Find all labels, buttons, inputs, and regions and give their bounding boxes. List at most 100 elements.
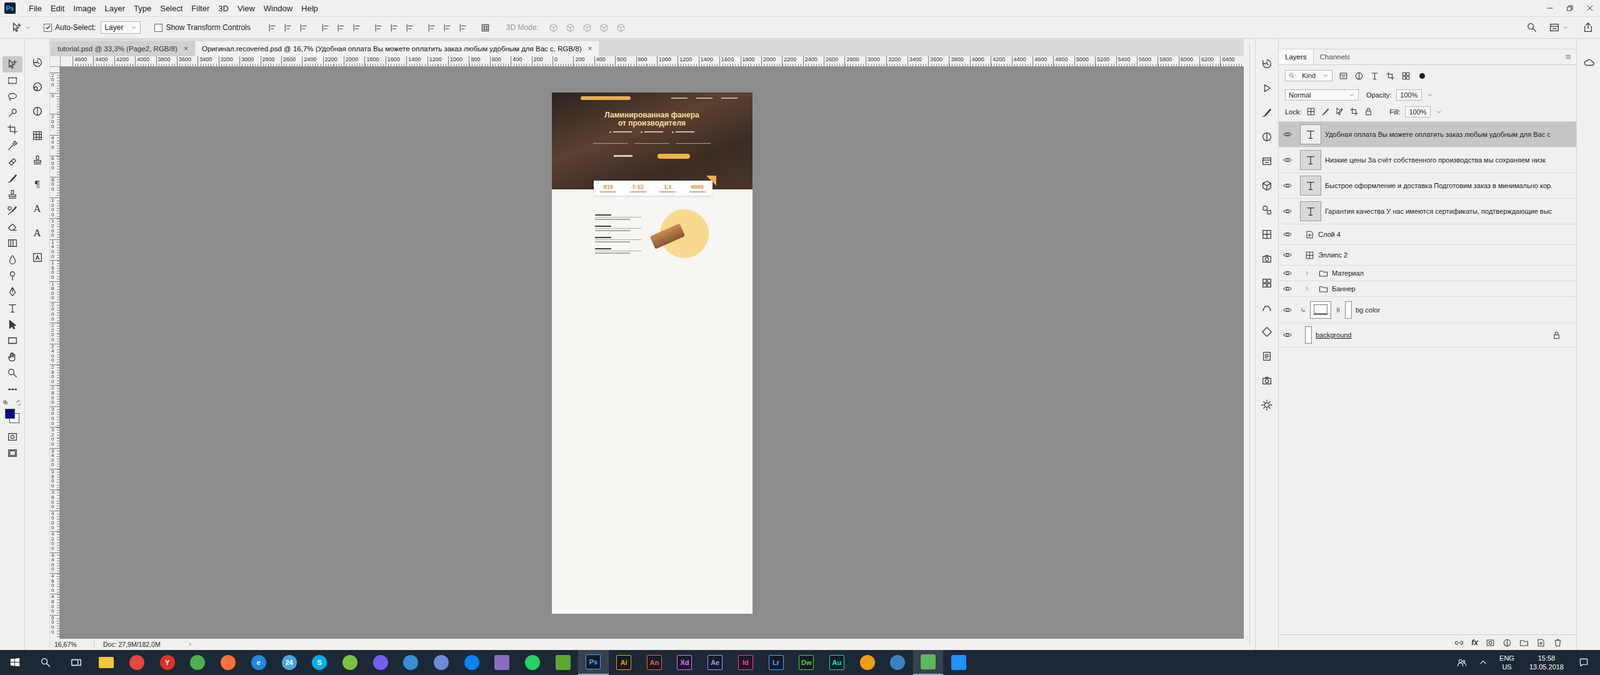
align-icon[interactable] <box>321 23 331 33</box>
3d-mode-icon[interactable] <box>582 23 592 33</box>
panel-button[interactable] <box>1258 372 1276 389</box>
panel-button[interactable] <box>28 249 47 266</box>
tool-button[interactable] <box>2 251 23 268</box>
taskbar-app[interactable] <box>426 650 457 675</box>
link-layers-icon[interactable] <box>1454 638 1464 648</box>
tool-button[interactable] <box>2 381 23 398</box>
menu-item[interactable]: Edit <box>46 3 69 14</box>
blend-mode-dropdown[interactable]: Normal <box>1285 89 1359 101</box>
panel-button[interactable] <box>1258 226 1276 243</box>
add-mask-icon[interactable] <box>1485 638 1495 648</box>
taskbar-app[interactable] <box>486 650 518 675</box>
visibility-toggle[interactable] <box>1278 206 1297 216</box>
taskbar-app[interactable]: e <box>243 650 275 675</box>
tool-button[interactable] <box>2 332 23 349</box>
layer-row[interactable]: Удобная оплата Вы можете оплатить заказ … <box>1278 121 1577 148</box>
taskbar-app[interactable]: Ae <box>700 650 731 675</box>
notifications-icon[interactable] <box>1578 657 1589 668</box>
trash-icon[interactable] <box>1553 638 1563 648</box>
panel-button[interactable] <box>28 54 47 71</box>
taskbar-app[interactable] <box>213 650 244 675</box>
layer-row[interactable]: Быстрое оформление и доставка Подготовим… <box>1278 173 1577 199</box>
group-expand-icon[interactable] <box>1303 285 1310 292</box>
align-icon[interactable] <box>427 23 437 33</box>
tool-button[interactable] <box>2 153 23 170</box>
taskbar-app[interactable] <box>121 650 153 675</box>
people-icon[interactable] <box>1456 657 1467 668</box>
transform-controls-option[interactable]: Show Transform Controls <box>154 23 250 32</box>
share-icon[interactable] <box>1582 21 1594 34</box>
foreground-color-swatch[interactable] <box>5 408 15 419</box>
align-icon[interactable] <box>443 23 453 33</box>
auto-select-target-dropdown[interactable]: Layer <box>100 21 141 34</box>
menu-item[interactable]: Image <box>68 3 100 14</box>
layer-style-button[interactable]: fx <box>1471 638 1479 647</box>
arrow-right-icon[interactable] <box>186 641 194 648</box>
taskbar-app[interactable]: Xd <box>669 650 700 675</box>
lock-styles-icon[interactable] <box>1306 106 1316 117</box>
layer-row[interactable]: Низкие цены За счёт собственного произво… <box>1278 147 1577 174</box>
tool-button[interactable] <box>2 365 23 382</box>
document-tab[interactable]: Оригинал.recovered.psd @ 16,7% (Удобная … <box>195 41 599 57</box>
tool-preset-picker[interactable] <box>11 21 32 34</box>
filter-crop-icon[interactable] <box>1385 71 1395 81</box>
search-button[interactable] <box>30 650 62 675</box>
tab-close-button[interactable]: × <box>183 44 189 54</box>
menu-item[interactable]: Layer <box>100 3 130 14</box>
minimize-button[interactable] <box>1540 0 1560 17</box>
align-icon[interactable] <box>390 23 400 33</box>
panel-button[interactable] <box>1258 104 1276 121</box>
show-hidden-icons-icon[interactable] <box>1478 657 1489 668</box>
panel-tab[interactable]: Channels <box>1313 49 1357 65</box>
tool-button[interactable] <box>2 283 23 300</box>
taskbar-app[interactable]: Dw <box>791 650 822 675</box>
taskbar-app[interactable]: An <box>638 650 670 675</box>
layer-row[interactable]: Слой 4 <box>1278 224 1577 245</box>
panel-button[interactable]: A <box>28 225 47 242</box>
horizontal-ruler[interactable]: 4600440042004000380036003400320030002800… <box>60 56 1244 67</box>
panel-button[interactable] <box>1258 153 1276 170</box>
chevron-down-icon[interactable] <box>1426 91 1434 99</box>
panel-button[interactable] <box>1258 275 1276 292</box>
workspace-button[interactable] <box>1548 21 1569 34</box>
menu-item[interactable]: 3D <box>213 3 234 14</box>
opacity-field[interactable]: 100% <box>1396 89 1422 101</box>
visibility-toggle[interactable] <box>1278 305 1297 315</box>
libraries-button[interactable] <box>1580 54 1599 71</box>
align-icon[interactable] <box>352 23 362 33</box>
taskbar-app[interactable] <box>851 650 883 675</box>
chevron-down-icon[interactable] <box>1435 108 1442 115</box>
menu-item[interactable]: View <box>233 3 260 14</box>
panel-button[interactable] <box>1258 80 1276 97</box>
visibility-toggle[interactable] <box>1278 330 1297 340</box>
tool-button[interactable] <box>2 72 23 89</box>
tool-button[interactable] <box>2 300 23 317</box>
tool-button[interactable] <box>2 218 23 235</box>
visibility-toggle[interactable] <box>1278 181 1297 190</box>
tool-button[interactable] <box>2 88 23 105</box>
taskbar-app[interactable] <box>335 650 366 675</box>
tab-close-button[interactable]: × <box>587 44 592 54</box>
3d-mode-icon[interactable] <box>616 23 626 33</box>
align-icon[interactable] <box>268 23 278 33</box>
layer-row[interactable]: bg color <box>1278 296 1577 324</box>
layer-row[interactable]: Материал <box>1278 265 1577 282</box>
auto-select-checkbox[interactable] <box>43 23 52 32</box>
filter-toggle[interactable] <box>1419 73 1425 79</box>
layer-row[interactable]: Эллипс 2 <box>1278 245 1577 266</box>
panel-button[interactable] <box>1258 201 1276 219</box>
visibility-toggle[interactable] <box>1278 284 1297 294</box>
transform-controls-checkbox[interactable] <box>154 23 163 32</box>
auto-align-icon[interactable] <box>480 23 490 33</box>
panel-button[interactable] <box>28 103 47 120</box>
align-icon[interactable] <box>283 23 294 33</box>
taskbar-app[interactable]: Y <box>151 650 183 675</box>
quick-mask-button[interactable] <box>2 428 23 445</box>
taskbar-app[interactable]: Lr <box>760 650 792 675</box>
tool-button[interactable] <box>2 235 23 252</box>
tool-button[interactable] <box>2 121 23 138</box>
layer-row[interactable]: Баннер <box>1278 281 1577 297</box>
start-button[interactable] <box>0 650 31 675</box>
tool-button[interactable] <box>2 202 23 219</box>
align-icon[interactable] <box>405 23 415 33</box>
